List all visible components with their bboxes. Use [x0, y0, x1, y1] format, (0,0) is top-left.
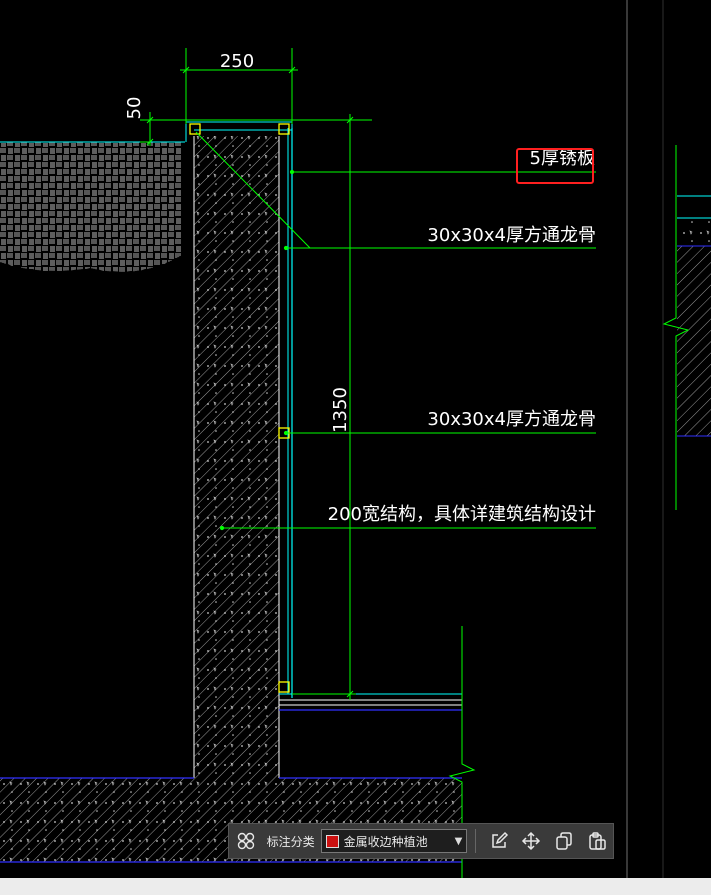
- adjacent-detail: [662, 145, 711, 510]
- category-select[interactable]: 金属收边种植池 ▼: [320, 829, 468, 853]
- toolbar-divider: [475, 829, 477, 853]
- sheet-frame: [626, 0, 664, 878]
- move-annotation-button[interactable]: [515, 824, 548, 858]
- status-strip: [0, 878, 711, 895]
- grid-icon[interactable]: [229, 824, 263, 858]
- chevron-down-icon: ▼: [454, 835, 463, 847]
- leader-steel-keel-mid: 30x30x4厚方通龙骨: [427, 409, 596, 430]
- copy-icon: [556, 832, 572, 850]
- cad-drawing-canvas[interactable]: 250 50 1350 5厚锈板 30x30x4厚方通龙骨 30x30x4厚方通…: [0, 0, 711, 895]
- pencil-square-icon: [491, 831, 508, 848]
- category-label: 标注分类: [266, 834, 315, 849]
- svg-text:1350: 1350: [330, 387, 351, 433]
- leader-steel-keel-top: 30x30x4厚方通龙骨: [427, 225, 596, 246]
- edit-annotation-button[interactable]: [482, 824, 515, 858]
- leader-rust-plate: 5厚锈板: [530, 148, 595, 169]
- leader-structure: 200宽结构，具体详建筑结构设计: [328, 504, 596, 525]
- category-color-swatch: [325, 834, 339, 848]
- svg-text:50: 50: [124, 97, 145, 120]
- soil-fill: [0, 141, 185, 272]
- annotation-toolbar: 标注分类 金属收边种植池 ▼: [228, 823, 614, 859]
- svg-text:250: 250: [220, 51, 254, 72]
- dimension-1350: 1350: [330, 387, 351, 433]
- move-arrows-icon: [522, 831, 541, 851]
- dimension-50: 50: [124, 97, 145, 120]
- dimension-250: 250: [220, 51, 254, 72]
- copy-annotation-button[interactable]: [548, 824, 581, 858]
- paste-annotation-button[interactable]: [580, 824, 613, 858]
- paste-icon: [588, 832, 606, 850]
- category-value: 金属收边种植池: [343, 834, 428, 849]
